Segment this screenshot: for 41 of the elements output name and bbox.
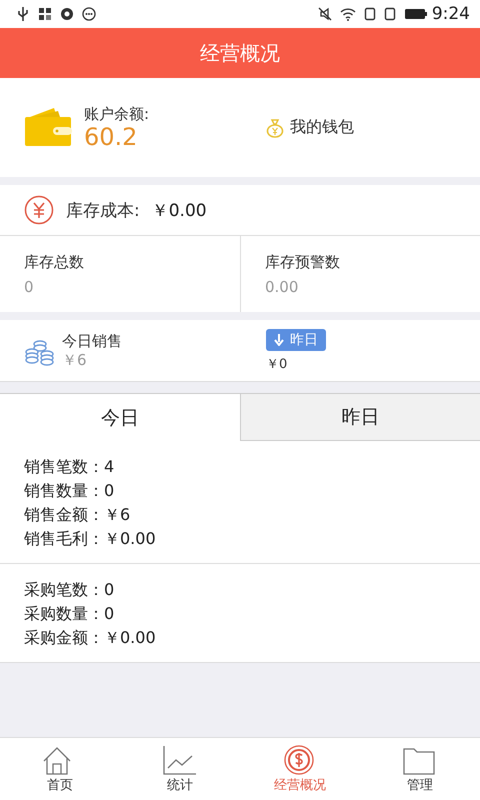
yesterday-badge: 昨日 xyxy=(266,328,326,350)
sim-icon xyxy=(384,7,396,21)
grid-icon xyxy=(38,7,52,21)
sim-icon xyxy=(364,7,376,21)
stat-line: 销售金额：￥6 xyxy=(24,504,132,526)
aperture-icon xyxy=(60,7,74,21)
stat-label: 库存总数 xyxy=(24,252,85,272)
stat-line: 采购数量：0 xyxy=(24,603,116,625)
yesterday-value: ￥0 xyxy=(266,356,288,372)
sales-label: 今日销售 xyxy=(62,332,122,350)
stat-line: 采购金额：￥0.00 xyxy=(24,627,157,649)
nav-tab[interactable]: 经营概况 xyxy=(240,738,360,800)
cost-label: 库存成本: xyxy=(66,200,140,222)
down-arrow-icon xyxy=(274,334,284,346)
nav-tab[interactable]: 统计 xyxy=(120,738,240,800)
battery-icon xyxy=(404,8,428,20)
stat-line: 采购笔数：0 xyxy=(24,579,116,601)
stat-line: 销售数量：0 xyxy=(24,480,116,502)
sales-value: ￥6 xyxy=(62,350,88,370)
page-title: 经营概况 xyxy=(200,40,280,66)
nav-tab[interactable]: 首页 xyxy=(0,738,120,800)
chart-icon xyxy=(162,744,198,774)
balance-label: 账户余额: xyxy=(84,104,150,124)
mute-icon xyxy=(318,7,332,21)
usb-icon xyxy=(16,6,30,22)
stat-value: 0.00 xyxy=(265,278,300,296)
cost-value: ￥0.00 xyxy=(152,200,207,222)
tab[interactable]: 昨日 xyxy=(240,394,480,441)
nav-tab[interactable]: 管理 xyxy=(360,738,480,800)
stat-line: 销售毛利：￥0.00 xyxy=(24,528,157,550)
wifi-icon xyxy=(340,7,356,21)
balance-value: 60.2 xyxy=(84,124,138,150)
more-icon xyxy=(82,7,96,21)
wallet-link[interactable]: 我的钱包 xyxy=(252,117,480,138)
stat-line: 销售笔数：4 xyxy=(24,456,116,478)
money-bag-icon xyxy=(266,118,284,138)
yen-circle-icon xyxy=(24,195,54,225)
stat-label: 库存预警数 xyxy=(265,252,341,272)
stat-value: 0 xyxy=(24,278,35,296)
clock: 9:24 xyxy=(432,4,470,24)
wallet-icon xyxy=(24,107,72,148)
